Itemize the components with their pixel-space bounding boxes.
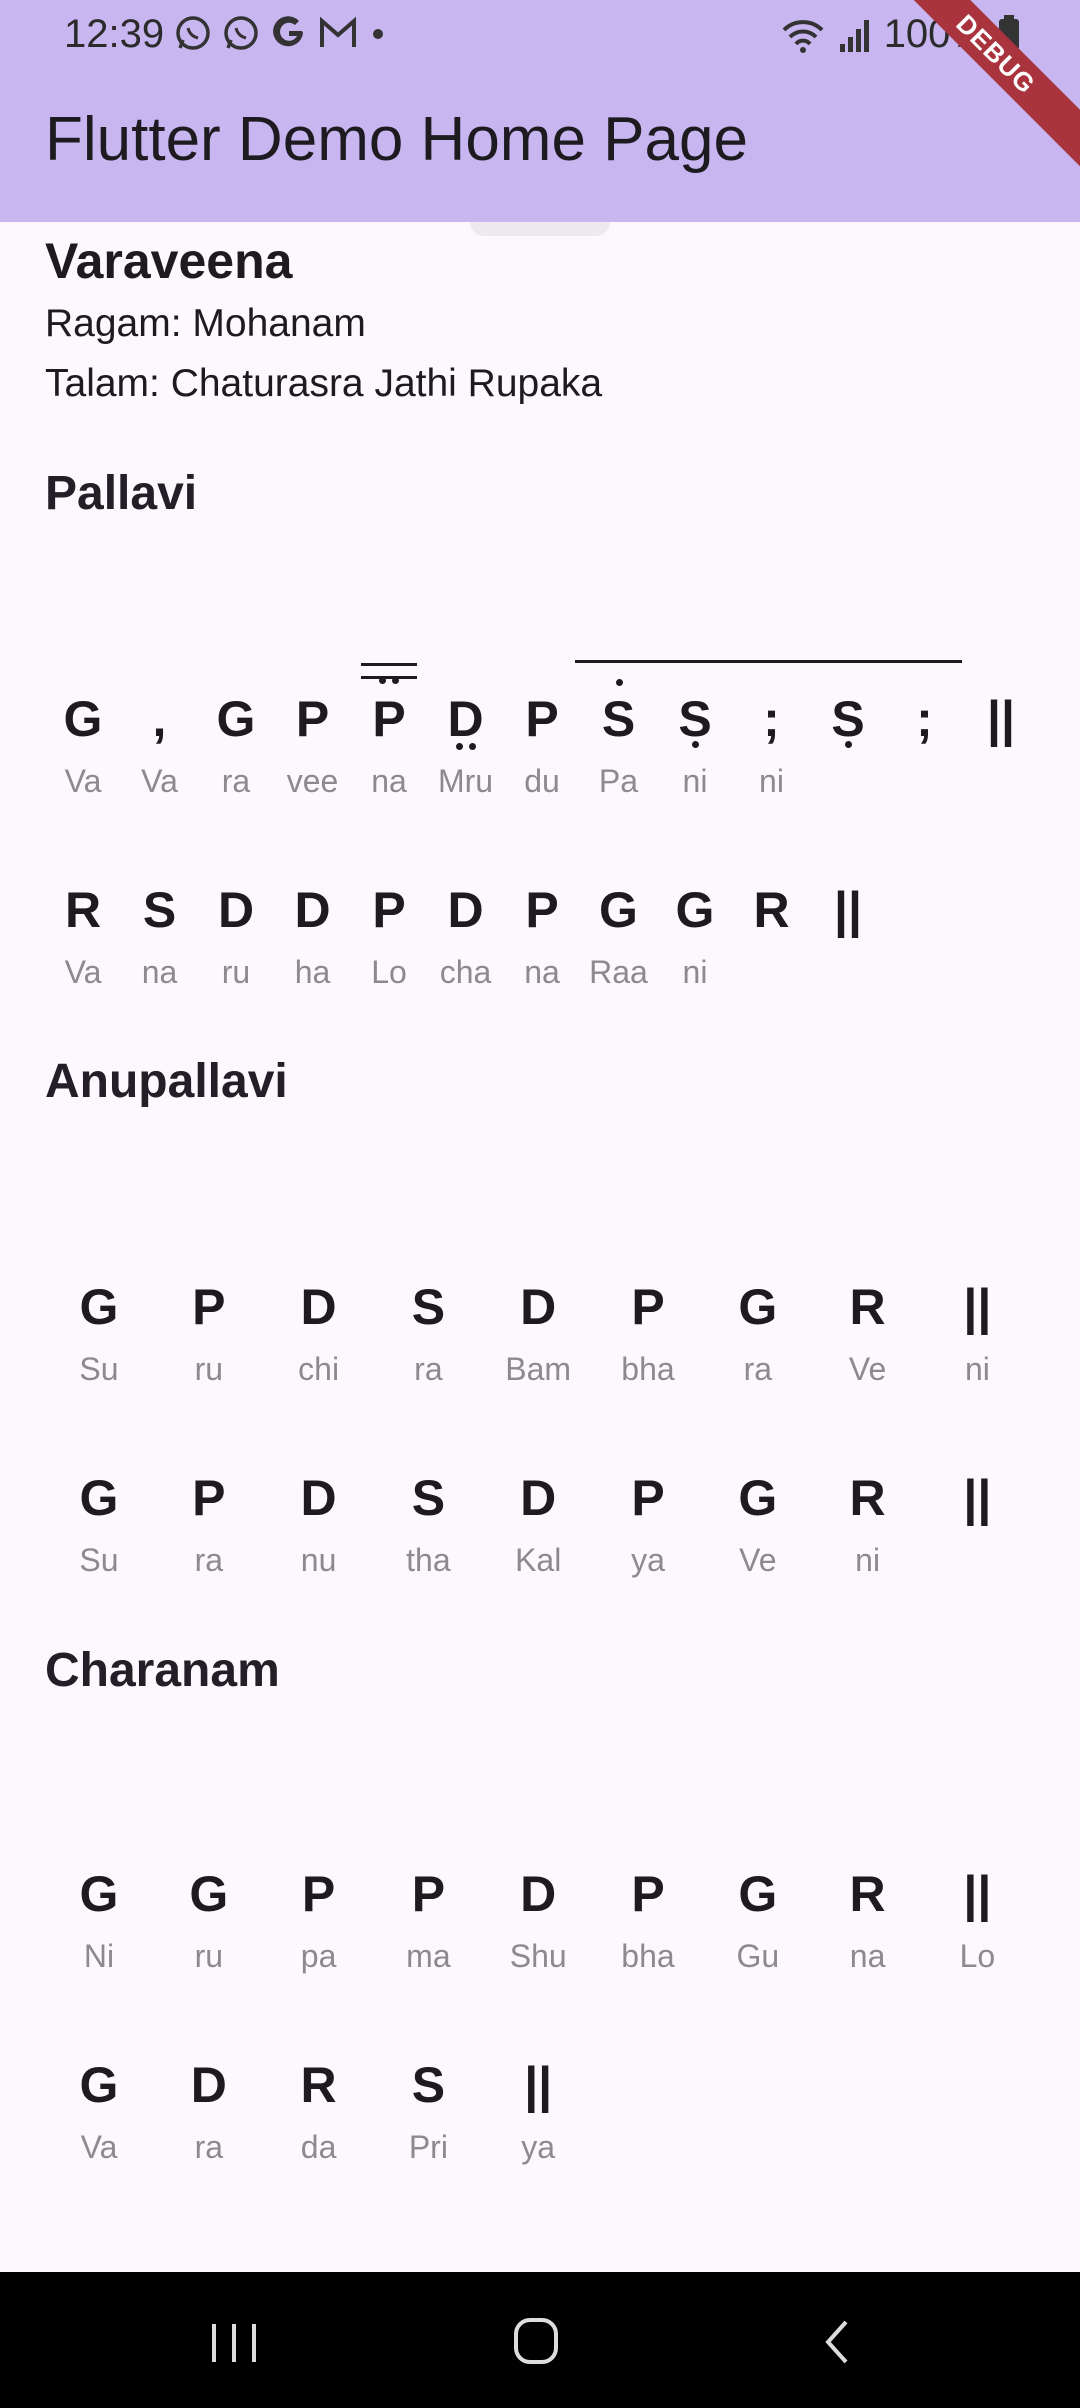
lyric-syllable: ni (855, 1542, 881, 1578)
lyric-syllable: Gu (736, 1938, 780, 1974)
swara-symbol: || (963, 1470, 992, 1526)
swara-symbol: D (190, 2057, 227, 2113)
whatsapp-icon (176, 16, 210, 50)
lyric-syllable: Lo (959, 1938, 996, 1974)
swara-symbol: R (849, 1470, 886, 1526)
swara-symbol: G (79, 1470, 119, 1526)
lyric-syllable: ya (631, 1542, 665, 1578)
lyric-syllable: bha (621, 1351, 675, 1387)
lyric-syllable: na (849, 1938, 886, 1974)
swara-symbol: G (79, 2057, 119, 2113)
song-content[interactable]: Varaveena Ragam: Mohanam Talam: Chaturas… (0, 222, 1080, 2272)
lyric-syllable: ru (194, 1351, 224, 1387)
lyric-syllable: Kal (515, 1542, 562, 1578)
swara-symbol: S (411, 2057, 446, 2113)
swara-symbol: P (631, 1470, 665, 1526)
dot-below-mark (692, 741, 699, 748)
gmail-icon (320, 16, 356, 47)
lyric-syllable: ni (759, 763, 784, 799)
swara-symbol: P (631, 1866, 665, 1922)
swara-symbol: R (849, 1866, 886, 1922)
app-bar: 12:39 100% Flutter Demo Home Page DEBUG (0, 0, 1080, 222)
notification-icons (174, 14, 388, 52)
recent-apps-icon[interactable] (194, 2312, 274, 2372)
section-title-pallavi: Pallavi (45, 467, 198, 520)
lyric-syllable: Su (79, 1542, 119, 1578)
dot-icon (373, 29, 383, 39)
swara-symbol: || (963, 1279, 992, 1335)
lyric-syllable: Su (79, 1351, 119, 1387)
lyric-syllable: Shu (509, 1938, 567, 1974)
status-bar: 12:39 100% (0, 0, 1080, 70)
swara-symbol: D (520, 1279, 557, 1335)
swara-symbol: G (79, 1866, 119, 1922)
ragam-text: Ragam: Mohanam (45, 302, 366, 345)
section-title-anupallavi: Anupallavi (45, 1055, 288, 1108)
section-title-charanam: Charanam (45, 1644, 280, 1697)
swara-symbol: P (192, 1470, 226, 1526)
lyric-syllable: Ve (739, 1542, 777, 1578)
swara-symbol: R (849, 1279, 886, 1335)
app-title: Flutter Demo Home Page (45, 105, 748, 174)
lyric-syllable: ru (194, 1938, 224, 1974)
swara-symbol: D (300, 1470, 337, 1526)
swara-symbol: G (738, 1279, 778, 1335)
lyric-syllable: bha (621, 1938, 675, 1974)
swara-symbol: G (738, 1866, 778, 1922)
lyric-syllable: tha (406, 1542, 451, 1578)
lyric-syllable: ya (521, 2129, 556, 2165)
song-title: Varaveena (45, 233, 293, 289)
swara-symbol: || (987, 691, 1015, 747)
lyric-syllable: ra (414, 1351, 443, 1387)
lyric-syllable: ra (194, 2129, 224, 2165)
swara-symbol: P (411, 1866, 446, 1922)
swara-symbol: G (738, 1470, 778, 1526)
swara-symbol: D (520, 1470, 557, 1526)
tara-sthayi-overline (575, 660, 962, 663)
ddot-below-mark (455, 743, 476, 750)
swara-symbol: || (524, 2057, 553, 2113)
swara-symbol: P (631, 1279, 665, 1335)
swara-symbol: G (79, 1279, 119, 1335)
lyric-syllable: chi (298, 1351, 340, 1387)
status-time: 12:39 (64, 12, 165, 56)
lyric-syllable: Pri (408, 2129, 448, 2165)
home-icon[interactable] (496, 2312, 576, 2372)
swara-symbol: G (189, 1866, 229, 1922)
swara-symbol: || (963, 1866, 992, 1922)
lyric-syllable: da (300, 2129, 337, 2165)
lyric-syllable: ma (406, 1938, 451, 1974)
system-nav-bar (0, 2272, 1080, 2408)
lyric-syllable: Bam (505, 1351, 572, 1387)
lyric-syllable: ni (682, 954, 708, 990)
whatsapp-icon (224, 16, 258, 50)
lyric-syllable: ra (194, 1542, 224, 1578)
swara-symbol: D (300, 1279, 337, 1335)
wifi-icon (782, 19, 824, 53)
lyric-syllable: pa (300, 1938, 337, 1974)
google-icon (273, 16, 303, 47)
lyric-syllable: Ve (848, 1351, 887, 1387)
swara-symbol: R (300, 2057, 337, 2113)
swara-symbol: S (411, 1470, 446, 1526)
swara-symbol: P (192, 1279, 226, 1335)
swara-symbol: S (411, 1279, 446, 1335)
lyric-syllable: nu (300, 1542, 337, 1578)
lyric-syllable: ra (743, 1351, 773, 1387)
swara-symbol: D (520, 1866, 557, 1922)
dot-above-mark (615, 679, 623, 686)
signal-icon (839, 19, 869, 52)
lyric-syllable: Va (80, 2129, 118, 2165)
lyric-syllable: ni (964, 1351, 990, 1387)
back-icon[interactable] (798, 2312, 878, 2372)
swara-symbol: || (834, 882, 862, 938)
dot-below-mark (845, 741, 852, 748)
swara-symbol: P (301, 1866, 336, 1922)
lyric-syllable: Ni (83, 1938, 115, 1974)
talam-text: Talam: Chaturasra Jathi Rupaka (45, 362, 603, 405)
overline-double-mark (361, 663, 417, 679)
